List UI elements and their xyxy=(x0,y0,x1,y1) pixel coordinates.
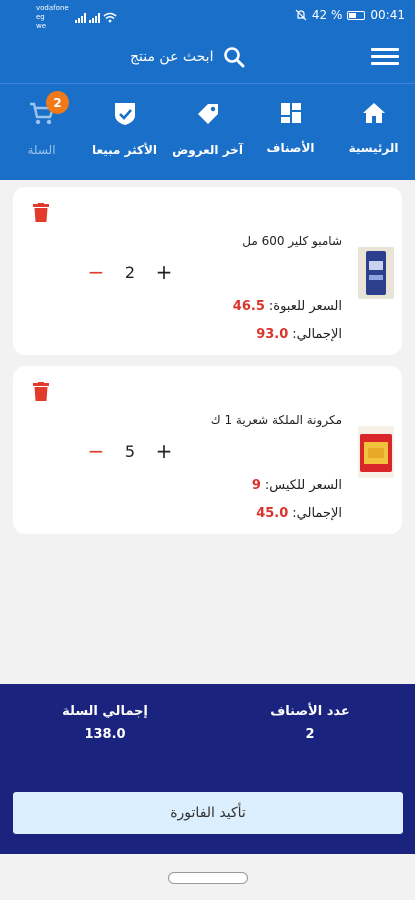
unit-price-value: 9 xyxy=(251,478,261,493)
cart-total-block: إجمالي السلة 138.0 xyxy=(30,704,180,742)
product-name: شامبو كلير 600 مل xyxy=(242,234,342,248)
nav-best-sellers[interactable]: الأكثر مبيعا xyxy=(83,84,166,180)
quantity-stepper: − 2 + xyxy=(85,260,175,284)
signal-icon xyxy=(75,12,86,23)
item-total-row: الإجمالي:45.0 xyxy=(256,506,342,521)
status-right: 42 % 00:41 xyxy=(295,8,405,22)
quantity-value: 5 xyxy=(124,441,136,461)
item-total-value: 93.0 xyxy=(256,327,289,342)
home-gesture-bar[interactable] xyxy=(168,872,248,884)
increase-quantity-button[interactable]: + xyxy=(153,439,175,463)
verified-shield-icon xyxy=(114,103,135,125)
nav-home-label: الرئيسية xyxy=(348,141,399,155)
cart-badge: 2 xyxy=(46,91,69,114)
nav-best-sellers-label: الأكثر مبيعا xyxy=(91,143,158,157)
nav-home[interactable]: الرئيسية xyxy=(332,84,415,180)
clock: 00:41 xyxy=(370,8,405,22)
wifi-icon xyxy=(103,12,117,23)
battery-icon xyxy=(347,10,366,20)
item-total-label: الإجمالي: xyxy=(292,327,342,342)
status-left: vodafone eg we xyxy=(36,4,117,31)
cart-total-value: 138.0 xyxy=(84,727,126,742)
cart-summary: عدد الأصناف 2 إجمالي السلة 138.0 تأكيد ا… xyxy=(0,684,415,854)
nav-cart-label: السلة xyxy=(27,143,56,157)
menu-icon[interactable] xyxy=(371,45,399,69)
confirm-invoice-button[interactable]: تأكيد الفاتورة xyxy=(13,792,403,834)
increase-quantity-button[interactable]: + xyxy=(153,260,175,284)
top-bar: ابحث عن منتج xyxy=(0,33,415,83)
quantity-value: 2 xyxy=(124,262,136,282)
nav-offers[interactable]: آخر العروض xyxy=(166,84,249,180)
product-name: مكرونة الملكة شعرية 1 ك xyxy=(210,413,342,427)
categories-icon xyxy=(280,103,301,123)
items-count-label: عدد الأصناف xyxy=(270,704,350,719)
carrier-name: vodafone eg xyxy=(36,4,69,21)
item-total-value: 45.0 xyxy=(256,506,289,521)
search-icon xyxy=(224,47,245,68)
unit-price-row: السعر للعبوة:46.5 xyxy=(233,299,342,314)
unit-price-value: 46.5 xyxy=(232,299,265,314)
nav-categories[interactable]: الأصناف xyxy=(249,84,332,180)
signal-icon-2 xyxy=(89,12,100,23)
nav-cart[interactable]: 2 السلة xyxy=(0,84,83,180)
unit-price-row: السعر للكيس:9 xyxy=(252,478,342,493)
battery-percent: 42 % xyxy=(311,8,343,22)
items-count-value: 2 xyxy=(305,727,315,742)
decrease-quantity-button[interactable]: − xyxy=(85,439,107,463)
cart-item-card: مكرونة الملكة شعرية 1 ك − 5 + السعر للكي… xyxy=(13,366,402,534)
unit-price-label: السعر للكيس: xyxy=(264,478,342,493)
item-total-label: الإجمالي: xyxy=(292,506,342,521)
delete-icon[interactable] xyxy=(33,203,49,223)
product-image xyxy=(358,426,394,478)
item-total-row: الإجمالي:93.0 xyxy=(256,327,342,342)
mute-icon xyxy=(295,9,307,21)
search-button[interactable]: ابحث عن منتج xyxy=(130,43,245,71)
status-bar: vodafone eg we 42 % 00:41 xyxy=(0,0,415,33)
tag-icon xyxy=(197,104,218,124)
nav-categories-label: الأصناف xyxy=(266,141,315,155)
quantity-stepper: − 5 + xyxy=(85,439,175,463)
home-icon xyxy=(362,103,385,123)
nav-bar: الرئيسية الأصناف آخر العروض الأكثر مبيعا… xyxy=(0,83,415,180)
nav-offers-label: آخر العروض xyxy=(172,143,243,157)
search-placeholder: ابحث عن منتج xyxy=(130,49,214,65)
unit-price-label: السعر للعبوة: xyxy=(268,299,342,314)
delete-icon[interactable] xyxy=(33,382,49,402)
carrier-name-2: we xyxy=(36,22,47,30)
cart-item-card: شامبو كلير 600 مل − 2 + السعر للعبوة:46.… xyxy=(13,187,402,355)
carrier-info: vodafone eg we xyxy=(36,4,72,31)
cart-total-label: إجمالي السلة xyxy=(62,704,148,719)
decrease-quantity-button[interactable]: − xyxy=(85,260,107,284)
product-image xyxy=(358,247,394,299)
items-count-block: عدد الأصناف 2 xyxy=(235,704,385,742)
